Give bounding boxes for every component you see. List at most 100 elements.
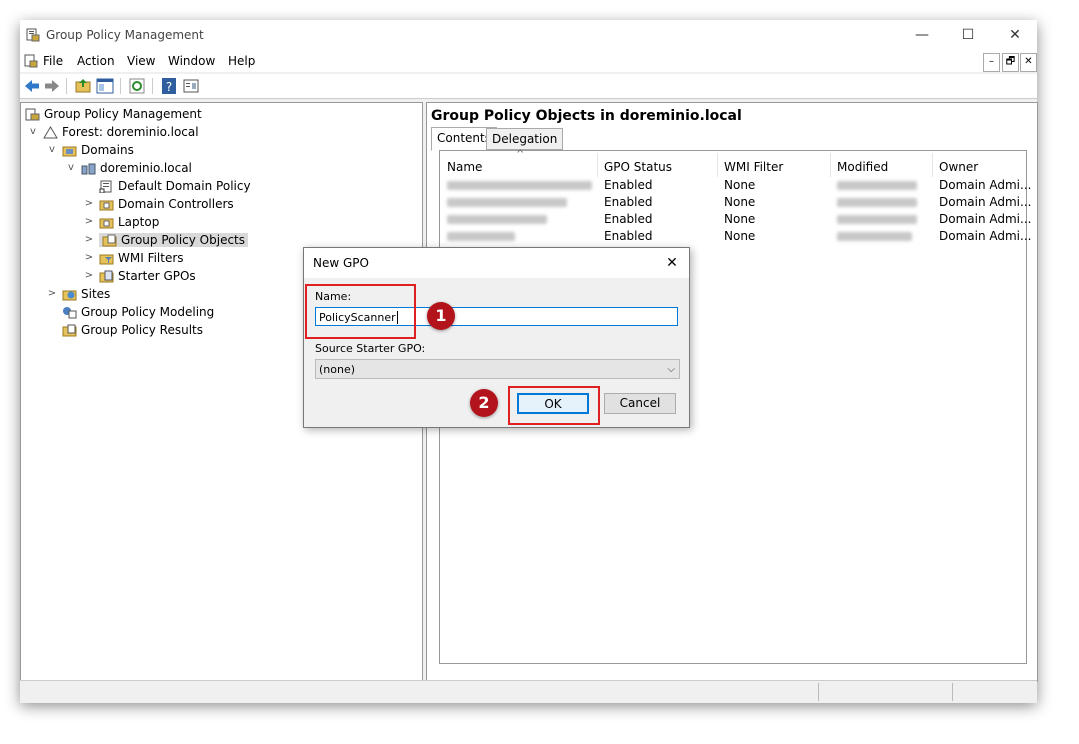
column-gpo-status[interactable]: GPO Status: [604, 156, 672, 178]
forward-icon[interactable]: [43, 77, 61, 95]
chevron-down-icon[interactable]: v: [65, 159, 77, 177]
dialog-title: New GPO: [313, 256, 369, 270]
results-icon: [62, 324, 77, 337]
row-status: Enabled: [604, 212, 653, 226]
chevron-right-icon[interactable]: >: [83, 249, 95, 267]
chevron-down-icon: ⌵: [667, 364, 675, 375]
minimize-button[interactable]: —: [899, 20, 945, 50]
tree-group-policy-objects[interactable]: > Group Policy Objects: [85, 231, 249, 249]
table-row[interactable]: Enabled None Domain Admi...: [447, 211, 1031, 228]
mdi-minimize-button[interactable]: –: [983, 53, 1000, 72]
menu-bar: File Action View Window Help: [20, 50, 1037, 72]
tree-default-domain-policy[interactable]: Default Domain Policy: [99, 177, 251, 195]
source-starter-label: Source Starter GPO:: [315, 342, 426, 355]
tree-starter-label: Starter GPOs: [118, 269, 196, 283]
maximize-button[interactable]: ☐: [945, 20, 991, 50]
tree-sites[interactable]: > Sites: [48, 285, 111, 303]
tree-laptop[interactable]: > Laptop: [85, 213, 160, 231]
table-row[interactable]: Enabled None Domain Admi...: [447, 177, 1031, 194]
tree-gpo-label: Group Policy Objects: [121, 233, 246, 247]
column-wmi-filter[interactable]: WMI Filter: [724, 156, 783, 178]
row-wmi: None: [724, 229, 756, 243]
row-owner: Domain Admi...: [939, 212, 1032, 226]
up-folder-icon[interactable]: [74, 77, 92, 95]
tree-domains[interactable]: v Domains: [49, 141, 134, 159]
menu-window[interactable]: Window: [168, 54, 215, 68]
chevron-right-icon[interactable]: >: [83, 231, 95, 249]
cancel-button[interactable]: Cancel: [604, 393, 676, 414]
wmi-folder-icon: [99, 254, 114, 265]
menu-help[interactable]: Help: [228, 54, 255, 68]
table-row[interactable]: Enabled None Domain Admi...: [447, 228, 1031, 245]
table-row[interactable]: Enabled None Domain Admi...: [447, 194, 1031, 211]
column-owner[interactable]: Owner: [939, 156, 978, 178]
properties-icon[interactable]: [182, 77, 200, 95]
status-bar: [20, 680, 1037, 703]
sort-ascending-icon: ^: [516, 149, 525, 160]
tree-wmi-label: WMI Filters: [118, 251, 184, 265]
show-hide-tree-icon[interactable]: [96, 77, 114, 95]
tree-domain-label: doreminio.local: [100, 161, 192, 175]
window-title: Group Policy Management: [46, 28, 204, 42]
step-2-badge: 2: [470, 389, 498, 417]
starter-folder-icon: [99, 270, 114, 283]
refresh-icon[interactable]: [128, 77, 146, 95]
chevron-down-icon[interactable]: v: [27, 123, 39, 141]
tab-delegation[interactable]: Delegation: [486, 128, 564, 150]
step-1-badge: 1: [427, 302, 455, 330]
tree-domains-label: Domains: [81, 143, 134, 157]
tree-laptop-label: Laptop: [118, 215, 160, 229]
gpm-root-icon: [25, 108, 40, 121]
row-owner: Domain Admi...: [939, 229, 1032, 243]
tree-forest[interactable]: v Forest: doreminio.local: [30, 123, 199, 141]
menu-action[interactable]: Action: [77, 54, 115, 68]
domains-folder-icon: [62, 146, 77, 157]
dialog-title-bar: New GPO ✕: [304, 248, 689, 278]
tree-default-policy-label: Default Domain Policy: [118, 179, 251, 193]
dialog-close-button[interactable]: ✕: [661, 252, 683, 274]
menu-file[interactable]: File: [43, 54, 63, 68]
row-status: Enabled: [604, 195, 653, 209]
sites-icon: [62, 290, 77, 301]
tree-results-label: Group Policy Results: [81, 323, 204, 337]
mdi-close-button[interactable]: ✕: [1020, 53, 1037, 72]
tree-wmi-filters[interactable]: > WMI Filters: [85, 249, 184, 267]
system-menu-icon[interactable]: [24, 54, 38, 68]
tree-domain[interactable]: v doreminio.local: [68, 159, 192, 177]
tree-gp-results[interactable]: Group Policy Results: [62, 321, 203, 339]
tree-sites-label: Sites: [81, 287, 111, 301]
ou-folder-icon: [99, 218, 114, 229]
highlight-ok-button: [508, 386, 600, 425]
chevron-right-icon[interactable]: >: [46, 285, 58, 303]
toolbar: ?: [20, 74, 1037, 99]
help-icon[interactable]: ?: [160, 77, 178, 95]
mdi-restore-button[interactable]: 🗗: [1002, 53, 1019, 72]
tree-root-label: Group Policy Management: [44, 107, 202, 121]
forest-icon: [43, 126, 58, 139]
gpm-app-icon: [26, 28, 40, 42]
column-modified[interactable]: Modified: [837, 156, 888, 178]
tree-modeling-label: Group Policy Modeling: [81, 305, 215, 319]
menu-view[interactable]: View: [127, 54, 155, 68]
gpo-link-icon: [99, 180, 112, 193]
row-owner: Domain Admi...: [939, 178, 1032, 192]
row-wmi: None: [724, 212, 756, 226]
close-button[interactable]: ✕: [992, 20, 1038, 50]
source-starter-select[interactable]: (none) ⌵: [315, 359, 680, 379]
tree-forest-label: Forest: doreminio.local: [62, 125, 199, 139]
tree-root[interactable]: Group Policy Management: [25, 105, 202, 123]
tree-starter-gpos[interactable]: > Starter GPOs: [85, 267, 196, 285]
chevron-right-icon[interactable]: >: [83, 267, 95, 285]
chevron-right-icon[interactable]: >: [83, 195, 95, 213]
gpo-folder-icon: [102, 234, 117, 247]
chevron-right-icon[interactable]: >: [83, 213, 95, 231]
details-heading: Group Policy Objects in doreminio.local: [431, 108, 742, 124]
row-owner: Domain Admi...: [939, 195, 1032, 209]
column-name[interactable]: Name: [447, 156, 482, 178]
highlight-name-field: [305, 284, 416, 339]
domain-icon: [81, 163, 96, 175]
chevron-down-icon[interactable]: v: [46, 141, 58, 159]
tree-gp-modeling[interactable]: Group Policy Modeling: [62, 303, 214, 321]
back-icon[interactable]: [23, 77, 41, 95]
tree-domain-controllers[interactable]: > Domain Controllers: [85, 195, 234, 213]
